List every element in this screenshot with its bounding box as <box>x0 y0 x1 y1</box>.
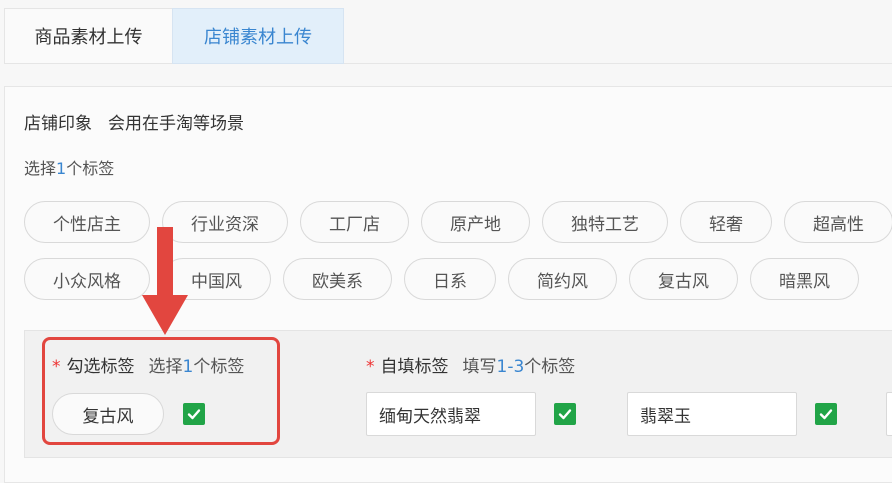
tab-shop-material[interactable]: 店铺素材上传 <box>172 8 344 64</box>
tag-option[interactable]: 个性店主 <box>24 201 150 243</box>
checkmark-icon <box>819 409 833 420</box>
tab-product-material[interactable]: 商品素材上传 <box>4 8 172 64</box>
tag-option[interactable]: 小众风格 <box>24 258 150 300</box>
section-heading: 店铺印象 会用在手淘等场景 <box>24 109 244 134</box>
tag-option[interactable]: 简约风 <box>508 258 617 300</box>
custom-tags-label: * 自填标签 填写1-3个标签 <box>366 357 576 377</box>
custom-tag-input-3[interactable] <box>886 392 892 436</box>
tag-option[interactable]: 复古风 <box>629 258 738 300</box>
tab-bar: 商品素材上传 店铺素材上传 <box>4 8 344 64</box>
highlight-box <box>42 337 280 445</box>
section-description: 会用在手淘等场景 <box>108 114 244 134</box>
custom-tag-checkbox-2[interactable] <box>815 403 837 425</box>
down-arrow-icon <box>142 227 188 335</box>
custom-tag-input-2[interactable] <box>627 392 797 436</box>
tag-option[interactable]: 原产地 <box>421 201 530 243</box>
tag-option[interactable]: 轻奢 <box>680 201 772 243</box>
select-hint: 选择1个标签 <box>24 159 115 178</box>
custom-tag-input-1[interactable] <box>366 392 536 436</box>
tag-option[interactable]: 暗黑风 <box>750 258 859 300</box>
tag-option[interactable]: 欧美系 <box>283 258 392 300</box>
custom-tag-checkbox-1[interactable] <box>554 403 576 425</box>
tag-option[interactable]: 独特工艺 <box>542 201 668 243</box>
checkmark-icon <box>558 409 572 420</box>
tag-option[interactable]: 日系 <box>404 258 496 300</box>
tab-divider <box>344 63 892 64</box>
tag-option[interactable]: 超高性 <box>784 201 892 243</box>
tag-option[interactable]: 工厂店 <box>300 201 409 243</box>
section-title: 店铺印象 <box>24 114 92 134</box>
